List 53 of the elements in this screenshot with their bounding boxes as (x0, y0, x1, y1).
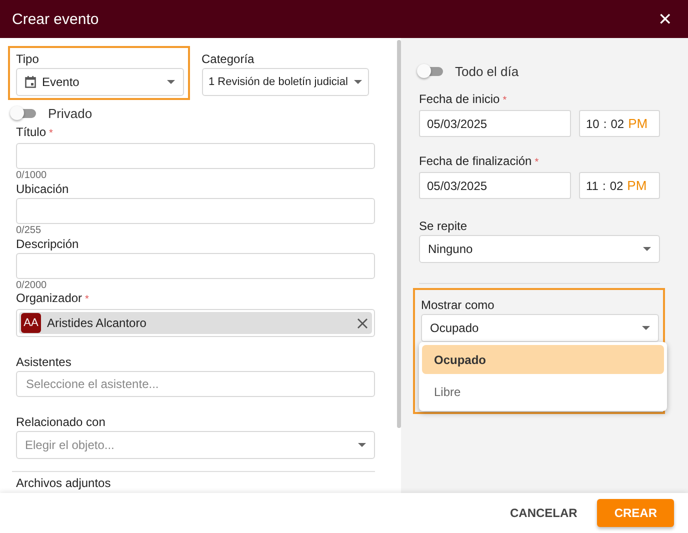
required-mark: * (85, 294, 89, 305)
text-field[interactable] (16, 198, 375, 224)
date-field[interactable]: 05/03/2025 (419, 172, 571, 199)
character-counter: 0/1000 (16, 170, 48, 181)
toggle-switch[interactable] (12, 109, 36, 118)
field-label: Categoría (202, 52, 256, 66)
field-label: Título * (16, 125, 54, 141)
time-field[interactable]: 11 : 02 PM (579, 172, 660, 199)
date-field[interactable]: 05/03/2025 (419, 110, 571, 137)
dialog-title: Crear evento (12, 10, 99, 28)
close-button[interactable]: ✕ (654, 8, 676, 30)
caret-icon (354, 80, 362, 84)
caret-icon (643, 247, 651, 251)
close-icon[interactable] (357, 318, 368, 328)
avatar: AA (21, 313, 41, 333)
caret-icon (166, 80, 174, 84)
required-mark: * (502, 95, 507, 106)
field-label: Fecha de inicio * (419, 92, 508, 108)
toggle-label: Privado (48, 106, 92, 121)
character-counter: 0/255 (16, 225, 42, 236)
required-mark: * (49, 128, 53, 139)
time-field[interactable]: 10 : 02 PM (579, 110, 660, 137)
caret-icon (358, 443, 366, 447)
text-field[interactable] (16, 143, 375, 169)
text-field[interactable]: Seleccione el asistente... (16, 371, 375, 397)
repeat-select[interactable]: Ninguno (419, 235, 660, 263)
field-label: Mostrar como (421, 298, 496, 312)
cancel-button[interactable]: CANCELAR (506, 499, 582, 527)
scrollbar[interactable] (397, 40, 401, 428)
select-field[interactable]: Elegir el objeto... (16, 431, 375, 459)
field-label: Relacionado con (16, 415, 106, 429)
category-select[interactable]: 1 Revisión de boletín judicial (202, 68, 369, 96)
caret-icon (642, 326, 650, 330)
field-label: Organizador * (16, 291, 90, 307)
section-heading: Archivos adjuntos (16, 476, 112, 490)
character-counter: 0/2000 (16, 280, 48, 291)
organizer-name: Aristides Alcantoro (47, 316, 148, 330)
toggle-label: Todo el día (455, 64, 519, 79)
menu-option[interactable]: Ocupado (422, 345, 664, 374)
organizer-field[interactable]: AA Aristides Alcantoro (16, 309, 375, 337)
menu-option[interactable]: Libre (422, 377, 664, 407)
field-label: Se repite (419, 219, 468, 233)
show-as-select[interactable]: Ocupado (421, 314, 659, 342)
field-label: Ubicación (16, 182, 70, 196)
calendar-icon (25, 76, 36, 88)
required-mark: * (534, 157, 539, 168)
text-field[interactable] (16, 253, 375, 279)
field-label: Descripción (16, 237, 80, 251)
field-label: Fecha de finalización * (419, 154, 540, 170)
field-label: Tipo (16, 52, 40, 66)
type-select[interactable]: Evento (16, 68, 184, 96)
field-label: Asistentes (16, 355, 72, 369)
toggle-switch[interactable] (419, 67, 443, 76)
